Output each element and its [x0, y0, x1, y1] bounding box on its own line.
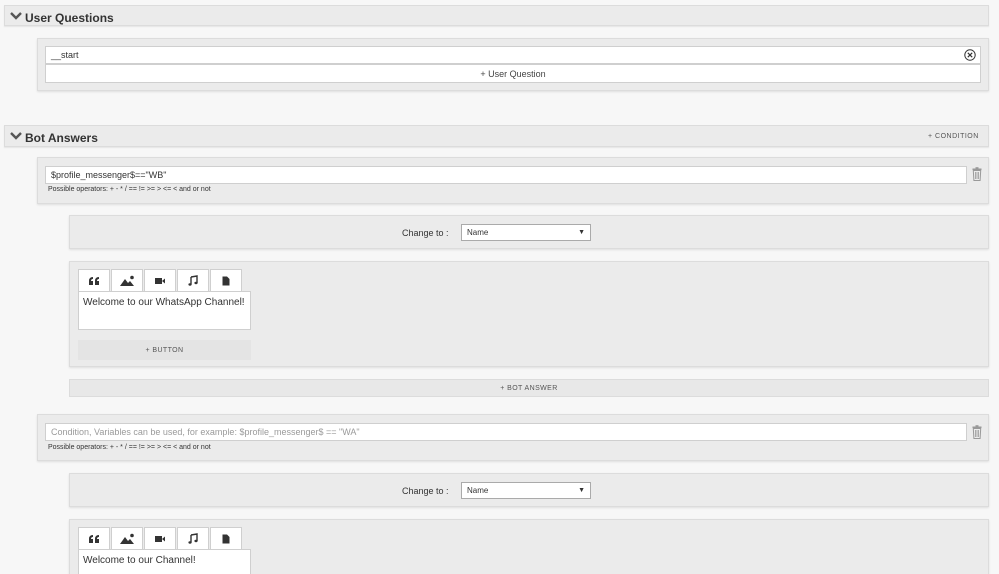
message-bubble[interactable]: Welcome to our WhatsApp Channel! [78, 291, 251, 330]
tab-image[interactable] [111, 527, 143, 549]
trash-icon[interactable] [972, 167, 982, 181]
user-question-input[interactable]: __start [45, 46, 981, 64]
add-condition-button[interactable]: + CONDITION [928, 133, 979, 140]
chevron-down-icon[interactable] [9, 10, 23, 22]
condition-input[interactable]: Condition, Variables can be used, for ex… [45, 423, 967, 441]
caret-down-icon: ▼ [578, 487, 585, 494]
tab-file[interactable] [210, 269, 242, 291]
video-icon [155, 535, 165, 542]
select-value: Name [467, 228, 489, 237]
condition-input[interactable]: $profile_messenger$=="WB" [45, 166, 967, 184]
select-value: Name [467, 486, 489, 495]
tab-audio[interactable] [177, 269, 209, 291]
change-to-select[interactable]: Name ▼ [461, 482, 591, 499]
tab-text[interactable] [78, 527, 110, 549]
change-to-select[interactable]: Name ▼ [461, 224, 591, 241]
change-to-label: Change to : [402, 228, 449, 238]
image-icon [120, 275, 134, 286]
user-questions-header[interactable]: User Questions [4, 5, 989, 26]
tab-file[interactable] [210, 527, 242, 549]
music-icon [188, 275, 198, 286]
tab-image[interactable] [111, 269, 143, 291]
quote-icon [89, 534, 99, 543]
trash-icon[interactable] [972, 425, 982, 439]
clear-circle-icon[interactable] [964, 49, 976, 61]
tab-audio[interactable] [177, 527, 209, 549]
tab-text[interactable] [78, 269, 110, 291]
add-user-question-button[interactable]: + User Question [45, 64, 981, 83]
section-title: Bot Answers [25, 131, 98, 145]
caret-down-icon: ▼ [578, 229, 585, 236]
operators-hint: Possible operators: + - * / == != >= > <… [48, 444, 211, 451]
tab-video[interactable] [144, 269, 176, 291]
bot-answers-header[interactable]: Bot Answers [4, 125, 989, 147]
change-to-label: Change to : [402, 486, 449, 496]
music-icon [188, 533, 198, 544]
quote-icon [89, 276, 99, 285]
file-icon [222, 534, 230, 543]
tab-video[interactable] [144, 527, 176, 549]
add-bot-answer-button[interactable]: + BOT ANSWER [69, 379, 989, 397]
operators-hint: Possible operators: + - * / == != >= > <… [48, 186, 211, 193]
file-icon [222, 276, 230, 285]
add-button-button[interactable]: + BUTTON [78, 340, 251, 360]
video-icon [155, 277, 165, 284]
message-bubble[interactable]: Welcome to our Channel! [78, 549, 251, 574]
chevron-down-icon[interactable] [9, 130, 23, 142]
image-icon [120, 533, 134, 544]
section-title: User Questions [25, 11, 114, 25]
